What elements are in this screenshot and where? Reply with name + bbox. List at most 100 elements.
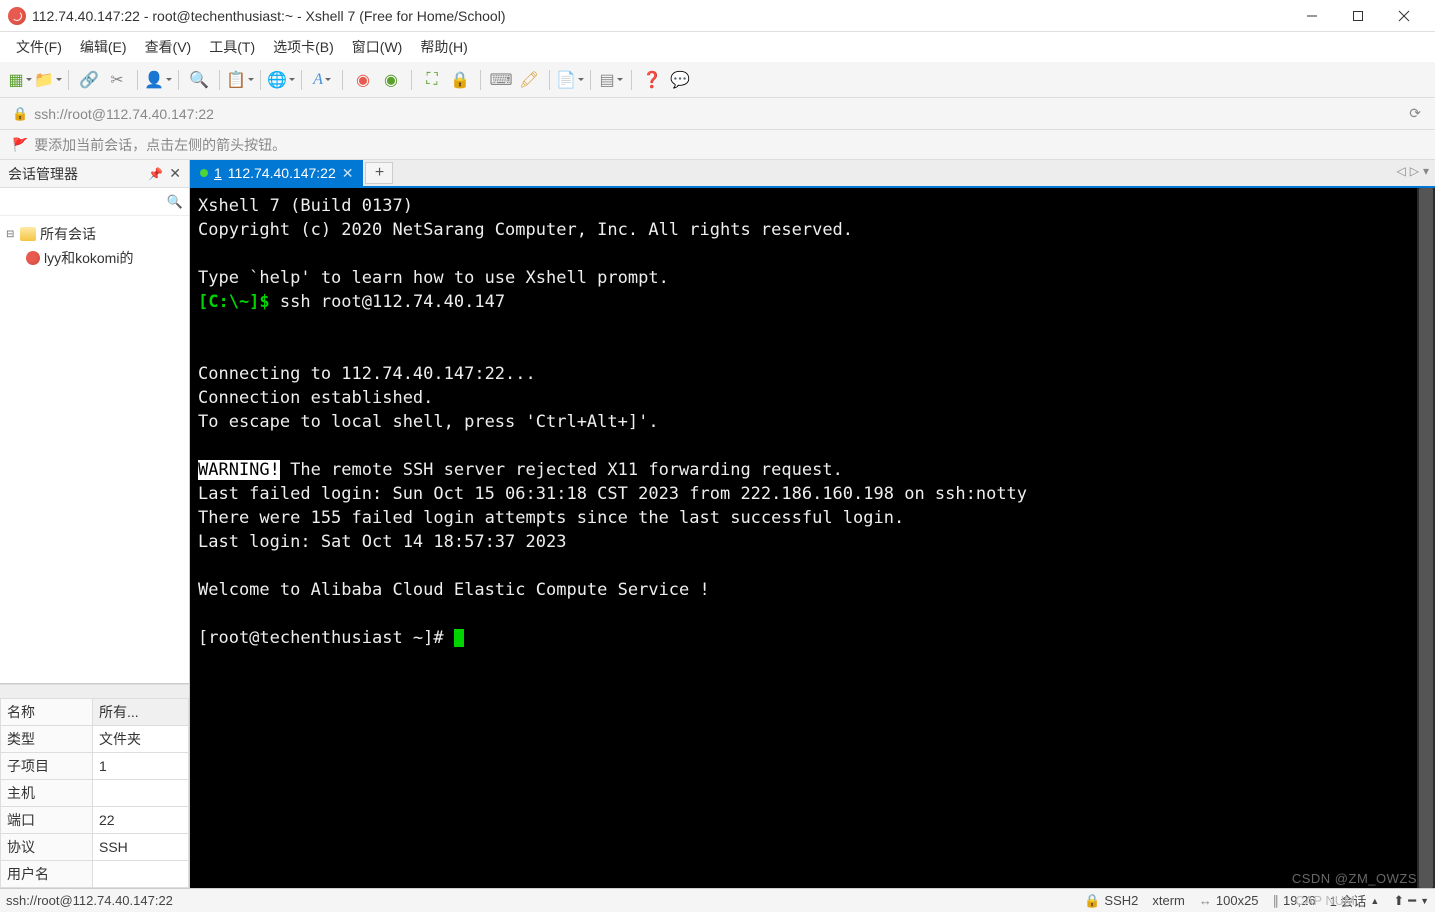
prop-key: 子项目 bbox=[1, 753, 93, 780]
cursor-icon bbox=[454, 629, 464, 647]
prop-header-name[interactable]: 名称 bbox=[1, 699, 93, 726]
new-tab-button[interactable]: + bbox=[365, 162, 393, 184]
prop-header-all[interactable]: 所有... bbox=[93, 699, 189, 726]
prop-row: 用户名 bbox=[1, 861, 189, 888]
separator bbox=[178, 70, 179, 90]
menu-tabs[interactable]: 选项卡(B) bbox=[265, 33, 342, 61]
reconnect-button[interactable]: ⟳ bbox=[1405, 103, 1425, 124]
tree-child-label: lyy和kokomi的 bbox=[44, 248, 133, 268]
prop-value bbox=[93, 861, 189, 888]
separator bbox=[480, 70, 481, 90]
tree-root[interactable]: ⊟ 所有会话 bbox=[4, 222, 185, 246]
prop-row: 端口22 bbox=[1, 807, 189, 834]
main-area: 会话管理器 📌 ✕ 🔍 ⊟ 所有会话 lyy和kokomi的 名称 所有... bbox=[0, 160, 1435, 888]
prop-key: 类型 bbox=[1, 726, 93, 753]
menu-help[interactable]: 帮助(H) bbox=[412, 33, 475, 61]
prop-value: 1 bbox=[93, 753, 189, 780]
menu-edit[interactable]: 编辑(E) bbox=[72, 33, 135, 61]
session-icon bbox=[26, 251, 40, 265]
session-manager-title: 会话管理器 bbox=[8, 164, 78, 184]
profile-button[interactable]: 👤 bbox=[146, 68, 170, 92]
prop-row: 子项目1 bbox=[1, 753, 189, 780]
globe-button[interactable]: 🌐 bbox=[269, 68, 293, 92]
tab-prev-button[interactable]: ◁ bbox=[1397, 164, 1406, 178]
prop-row: 协议SSH bbox=[1, 834, 189, 861]
remote-prompt: [root@techenthusiast ~]# bbox=[198, 628, 454, 648]
chevron-down-icon: ▼ bbox=[1420, 896, 1429, 906]
status-size: ↔100x25 bbox=[1199, 893, 1259, 908]
separator bbox=[260, 70, 261, 90]
chat-button[interactable]: 💬 bbox=[668, 68, 692, 92]
tab-next-button[interactable]: ▷ bbox=[1410, 164, 1419, 178]
layout-button[interactable]: ▤ bbox=[599, 68, 623, 92]
tree-child[interactable]: lyy和kokomi的 bbox=[4, 246, 185, 270]
tab-list-button[interactable]: ▾ bbox=[1423, 164, 1429, 178]
separator bbox=[301, 70, 302, 90]
menu-window[interactable]: 窗口(W) bbox=[344, 33, 411, 61]
lock-button[interactable]: 🔒 bbox=[448, 68, 472, 92]
toolbar: ▦ 📁 🔗 ✂ 👤 🔍 📋 🌐 A ◉ ◉ ⛶ 🔒 ⌨ 🖍 📄 ▤ ❓ 💬 bbox=[0, 62, 1435, 98]
menu-tools[interactable]: 工具(T) bbox=[201, 33, 263, 61]
panel-close-button[interactable]: ✕ bbox=[169, 165, 181, 182]
maximize-button[interactable] bbox=[1335, 0, 1381, 32]
font-button[interactable]: A bbox=[310, 68, 334, 92]
prop-row: 主机 bbox=[1, 780, 189, 807]
separator bbox=[549, 70, 550, 90]
menu-file[interactable]: 文件(F) bbox=[8, 33, 70, 61]
resize-icon: ↔ bbox=[1199, 893, 1212, 908]
disconnect-button[interactable]: ✂ bbox=[105, 68, 129, 92]
status-send-all[interactable]: ⬆ ━ ▼ bbox=[1393, 893, 1429, 909]
hint-text: 要添加当前会话，点击左侧的箭头按钮。 bbox=[34, 135, 286, 155]
address-text[interactable]: ssh://root@112.74.40.147:22 bbox=[34, 106, 214, 122]
separator bbox=[68, 70, 69, 90]
help-button[interactable]: ❓ bbox=[640, 68, 664, 92]
new-session-button[interactable]: ▦ bbox=[8, 68, 32, 92]
tab-close-button[interactable]: ✕ bbox=[342, 165, 354, 182]
minimize-button[interactable] bbox=[1289, 0, 1335, 32]
separator bbox=[342, 70, 343, 90]
prop-value bbox=[93, 780, 189, 807]
folder-icon bbox=[20, 227, 36, 241]
keyboard-button[interactable]: ⌨ bbox=[489, 68, 513, 92]
search-button[interactable]: 🔍 bbox=[187, 68, 211, 92]
session-tab[interactable]: 1 112.74.40.147:22 ✕ bbox=[190, 160, 363, 186]
close-button[interactable] bbox=[1381, 0, 1427, 32]
xshell-button[interactable]: ◉ bbox=[351, 68, 375, 92]
window-title: 112.74.40.147:22 - root@techenthusiast:~… bbox=[32, 8, 1289, 24]
xftp-button[interactable]: ◉ bbox=[379, 68, 403, 92]
separator bbox=[411, 70, 412, 90]
prop-value: 22 bbox=[93, 807, 189, 834]
highlight-button[interactable]: 🖍 bbox=[517, 68, 541, 92]
tree-twisty-icon[interactable]: ⊟ bbox=[6, 229, 18, 240]
connection-status-icon bbox=[200, 169, 208, 177]
warning-label: WARNING! bbox=[198, 460, 280, 480]
addressbar: 🔒 ssh://root@112.74.40.147:22 ⟳ bbox=[0, 98, 1435, 130]
terminal-scrollbar[interactable] bbox=[1417, 188, 1435, 888]
terminal[interactable]: Xshell 7 (Build 0137) Copyright (c) 2020… bbox=[190, 188, 1435, 888]
session-search[interactable]: 🔍 bbox=[0, 188, 189, 216]
send-icon: ⬆ bbox=[1393, 893, 1404, 909]
position-icon: ∥ bbox=[1273, 893, 1280, 909]
separator bbox=[137, 70, 138, 90]
flag-icon: 🚩 bbox=[12, 137, 28, 153]
separator bbox=[631, 70, 632, 90]
tab-number: 1 bbox=[214, 165, 222, 181]
link-button[interactable]: 🔗 bbox=[77, 68, 101, 92]
copy-paste-button[interactable]: 📋 bbox=[228, 68, 252, 92]
status-term: xterm bbox=[1152, 893, 1185, 908]
status-protocol: 🔒SSH2 bbox=[1084, 893, 1138, 909]
statusbar: ssh://root@112.74.40.147:22 🔒SSH2 xterm … bbox=[0, 888, 1435, 912]
pin-button[interactable]: 📌 bbox=[148, 167, 163, 181]
prop-key: 主机 bbox=[1, 780, 93, 807]
paste-button[interactable]: 📄 bbox=[558, 68, 582, 92]
fullscreen-button[interactable]: ⛶ bbox=[420, 68, 444, 92]
prop-value: 文件夹 bbox=[93, 726, 189, 753]
tab-label: 112.74.40.147:22 bbox=[228, 165, 336, 181]
menu-view[interactable]: 查看(V) bbox=[137, 33, 200, 61]
chevron-up-icon: ▲ bbox=[1370, 896, 1379, 906]
property-hscroll[interactable] bbox=[0, 684, 189, 698]
menubar: 文件(F) 编辑(E) 查看(V) 工具(T) 选项卡(B) 窗口(W) 帮助(… bbox=[0, 32, 1435, 62]
status-caps: CAP NUM bbox=[1295, 893, 1355, 908]
prop-key: 用户名 bbox=[1, 861, 93, 888]
open-session-button[interactable]: 📁 bbox=[36, 68, 60, 92]
